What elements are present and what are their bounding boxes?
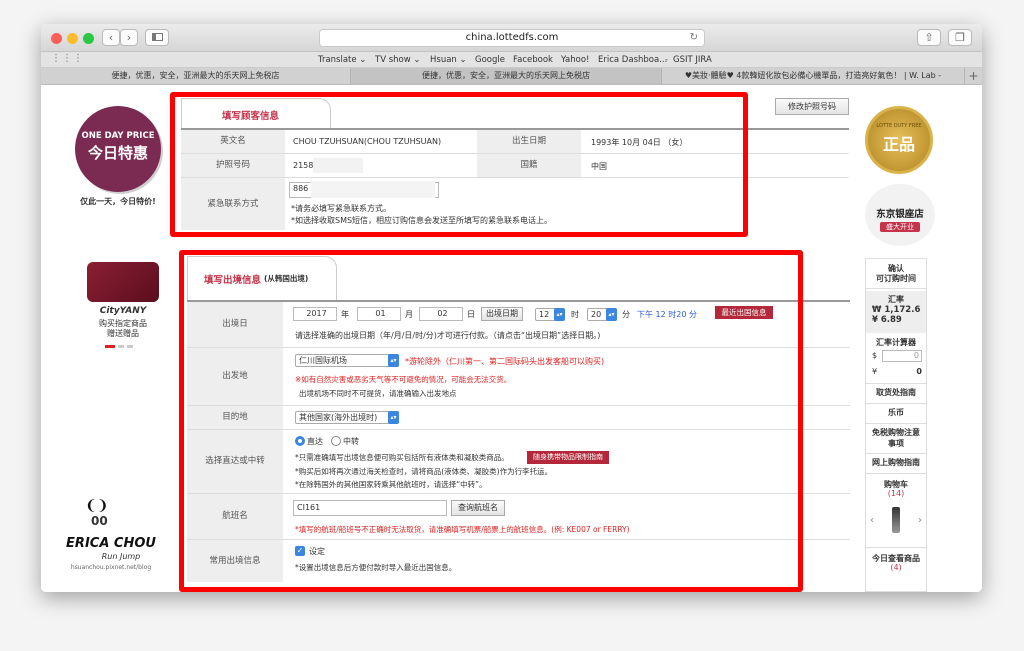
reload-icon[interactable]: ↻: [690, 30, 698, 46]
brand-logo: CityYANY: [99, 306, 147, 316]
store-main: 东京银座店: [876, 209, 924, 220]
link-pickup-guide[interactable]: 取货处指南: [866, 387, 926, 398]
seal-line1: LOTTE DUTY FREE: [876, 123, 922, 129]
sidebar-icon: [151, 33, 163, 41]
tabs-overview-button[interactable]: ❐: [948, 29, 972, 46]
right-quick-menu: 确认 可订购时间 汇率 ₩ 1,172.6 ¥ 6.89 汇率计算器 $ 0 ¥…: [865, 258, 927, 592]
bookmark-separator: -: [665, 55, 669, 65]
bookmark-google[interactable]: Google: [475, 55, 505, 65]
maximize-window-button[interactable]: [83, 33, 94, 44]
chevron-left-icon: ‹: [108, 31, 114, 44]
bookmark-facebook[interactable]: Facebook: [513, 55, 553, 65]
forward-button[interactable]: ›: [120, 29, 138, 46]
blogger-logo: ERICA CHOU: [66, 536, 156, 551]
calc-yen-symbol: ¥: [872, 367, 878, 376]
cart-prev-icon[interactable]: ‹: [870, 515, 874, 526]
tab-lotte-2[interactable]: 便捷，优惠，安全，亚洲最大的乐天网上免税店: [351, 68, 662, 84]
share-icon: ⇧: [924, 31, 934, 44]
ginza-store-badge[interactable]: 东京银座店 盛大开业: [865, 184, 935, 246]
today-viewed-count: (4): [890, 563, 902, 572]
highlight-departure-box: [179, 250, 803, 592]
close-window-button[interactable]: [51, 33, 62, 44]
address-bar[interactable]: china.lottedfs.com ↻: [319, 29, 705, 47]
horn-icon: ❨❩: [85, 498, 109, 514]
link-lotte-coin[interactable]: 乐币: [866, 407, 926, 418]
modify-passport-button[interactable]: 修改护照号码: [775, 98, 849, 115]
tab-wlab[interactable]: ♥美妝‧體驗♥ 4款韓妞化妝包必備心機單品，打造亮好氣色！ | W. Lab -: [662, 68, 965, 84]
calc-usd-input[interactable]: 0: [882, 350, 922, 362]
page-content: ONE DAY PRICE 今日特惠 仅此一天，今日特价! CityYANY 购…: [41, 86, 982, 592]
cart-product-image[interactable]: [892, 507, 900, 533]
badge-caption: 仅此一天，今日特价!: [80, 197, 156, 206]
calc-yen-value: 0: [916, 367, 922, 376]
back-button[interactable]: ‹: [102, 29, 120, 46]
tabs-icon: ❐: [955, 31, 965, 44]
cart-next-icon[interactable]: ›: [918, 515, 922, 526]
store-sub: 盛大开业: [880, 222, 920, 232]
plus-icon: +: [968, 69, 979, 83]
bookmark-gsit-jira[interactable]: GSIT JIRA: [673, 55, 712, 65]
cart-count: (14): [887, 489, 905, 498]
grid-icon[interactable]: ⋮⋮⋮: [51, 53, 84, 64]
carousel-dots[interactable]: [105, 345, 145, 348]
sidebar-toggle-button[interactable]: [145, 29, 169, 46]
exchange-rate-box: 汇率 ₩ 1,172.6 ¥ 6.89: [866, 291, 926, 333]
link-shopping-guide[interactable]: 网上购物指南: [866, 457, 926, 468]
calc-usd-symbol: $: [872, 351, 878, 360]
authentic-seal: LOTTE DUTY FREE 正品: [865, 106, 933, 174]
bookmark-translate[interactable]: Translate ⌄: [318, 55, 366, 65]
tab-bar: 便捷，优惠，安全，亚洲最大的乐天网上免税店 便捷，优惠，安全，亚洲最大的乐天网上…: [41, 68, 982, 85]
bookmark-erica-dashboard[interactable]: Erica Dashboa...: [598, 55, 667, 65]
new-tab-button[interactable]: +: [965, 68, 982, 84]
rate-yen: ¥ 6.89: [872, 315, 902, 325]
title-bar: ‹ › china.lottedfs.com ↻ ⇧ ❐: [41, 24, 982, 52]
bookmark-hsuan[interactable]: Hsuan ⌄: [430, 55, 467, 65]
promo-line2: 赠送赠品: [107, 329, 139, 338]
confirm-line2[interactable]: 可订购时间: [866, 273, 926, 289]
eyes-icon: 00: [91, 514, 108, 528]
bookmark-tv-show[interactable]: TV show ⌄: [375, 55, 421, 65]
rate-title: 汇率: [888, 295, 904, 304]
seal-main: 正品: [882, 135, 915, 154]
handbag-image[interactable]: [87, 262, 159, 302]
url-text: china.lottedfs.com: [465, 32, 559, 43]
blogger-tagline: Run Jump: [101, 552, 141, 561]
chevron-right-icon: ›: [126, 31, 132, 44]
tab-lotte-1[interactable]: 便捷，优惠，安全，亚洲最大的乐天网上免税店: [41, 68, 351, 84]
one-day-price-badge[interactable]: ONE DAY PRICE 今日特惠: [75, 106, 161, 192]
minimize-window-button[interactable]: [67, 33, 78, 44]
rate-won: ₩ 1,172.6: [872, 305, 921, 315]
link-duty-free-notes[interactable]: 免税购物注意事项: [872, 427, 920, 449]
blogger-url: hsuanchou.pixnet.net/blog: [70, 564, 152, 571]
calc-title: 汇率计算器: [876, 338, 916, 347]
share-button[interactable]: ⇧: [917, 29, 941, 46]
highlight-customer-box: [170, 92, 748, 237]
bookmark-yahoo[interactable]: Yahoo!: [561, 55, 589, 65]
browser-window: ‹ › china.lottedfs.com ↻ ⇧ ❐ ⋮⋮⋮ Translat…: [41, 24, 982, 592]
bookmarks-bar: ⋮⋮⋮ Translate ⌄ TV show ⌄ Hsuan ⌄ Google…: [41, 52, 982, 68]
badge-line1: ONE DAY PRICE: [81, 131, 155, 141]
badge-line2: 今日特惠: [87, 144, 148, 162]
